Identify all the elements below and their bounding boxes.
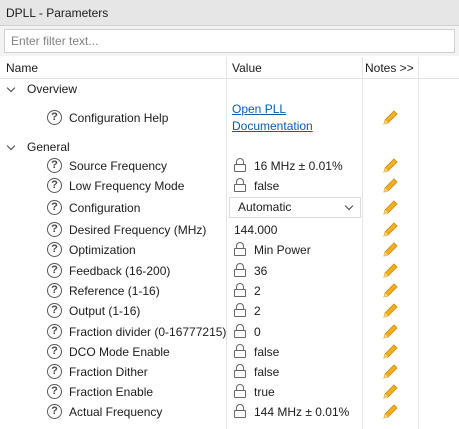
property-value: false — [254, 365, 280, 379]
question-circle-icon[interactable]: ? — [47, 404, 62, 419]
property-name: Configuration Help — [69, 111, 169, 125]
question-circle-icon[interactable]: ? — [47, 242, 62, 257]
property-value: 2 — [254, 304, 261, 318]
lock-icon — [234, 158, 246, 172]
question-circle-icon[interactable]: ? — [47, 283, 62, 298]
column-value[interactable]: Value — [226, 57, 262, 79]
property-name: Actual Frequency — [69, 405, 163, 419]
property-value: true — [254, 385, 275, 399]
window-title: DPLL - Parameters — [0, 0, 459, 26]
column-header: Name Value Notes >> — [0, 57, 459, 79]
question-circle-icon[interactable]: ? — [47, 110, 62, 125]
property-row[interactable]: ? Desired Frequency (MHz) 144.000 — [0, 219, 459, 240]
lock-icon — [234, 242, 246, 256]
documentation-link-line1[interactable]: Open PLL — [232, 102, 286, 116]
property-name: Fraction divider (0-16777215) — [69, 325, 227, 339]
filter-bar — [0, 26, 459, 56]
property-row[interactable]: ? Optimization Min Power — [0, 240, 459, 260]
pencil-icon[interactable] — [381, 403, 399, 421]
property-row[interactable]: ? DCO Mode Enable false — [0, 342, 459, 362]
configuration-select[interactable]: Automatic — [229, 197, 361, 218]
question-circle-icon[interactable]: ? — [47, 303, 62, 318]
lock-icon — [234, 283, 246, 297]
property-row[interactable]: ? Fraction Enable true — [0, 382, 459, 402]
property-name: Fraction Enable — [69, 385, 154, 399]
property-name: Fraction Dither — [69, 365, 148, 379]
pencil-icon[interactable] — [381, 157, 399, 175]
lock-icon — [234, 404, 246, 418]
group-overview[interactable]: Overview — [0, 79, 459, 99]
property-name: DCO Mode Enable — [69, 345, 170, 359]
property-row[interactable]: ? Low Frequency Mode false — [0, 176, 459, 196]
chevron-down-icon[interactable] — [6, 141, 16, 151]
property-row[interactable]: ? Configuration Help Open PLL Documentat… — [0, 99, 459, 137]
group-label: Overview — [27, 82, 78, 96]
pencil-icon[interactable] — [381, 343, 399, 361]
documentation-link-line2[interactable]: Documentation — [232, 119, 313, 133]
property-row[interactable]: ? Actual Frequency 144 MHz ± 0.01% — [0, 402, 459, 422]
property-value: Min Power — [254, 243, 311, 257]
lock-icon — [234, 178, 246, 192]
property-row[interactable]: ? Configuration Automatic — [0, 197, 459, 219]
property-row[interactable]: ? Fraction divider (0-16777215) 0 — [0, 321, 459, 342]
pencil-icon[interactable] — [381, 241, 399, 259]
question-circle-icon[interactable]: ? — [47, 178, 62, 193]
select-value: Automatic — [238, 200, 292, 214]
pencil-icon[interactable] — [381, 363, 399, 381]
pencil-icon[interactable] — [381, 109, 399, 127]
property-row[interactable]: ? Source Frequency 16 MHz ± 0.01% — [0, 156, 459, 176]
property-value: 0 — [254, 325, 261, 339]
property-value: 2 — [254, 284, 261, 298]
question-circle-icon[interactable]: ? — [47, 200, 62, 215]
property-name: Reference (1-16) — [69, 284, 160, 298]
column-notes[interactable]: Notes >> — [359, 57, 414, 79]
chevron-down-icon[interactable] — [6, 83, 16, 93]
pencil-icon[interactable] — [381, 262, 399, 280]
question-circle-icon[interactable]: ? — [47, 364, 62, 379]
property-name: Feedback (16-200) — [69, 264, 171, 278]
pencil-icon[interactable] — [381, 302, 399, 320]
lock-icon — [234, 344, 246, 358]
property-row[interactable]: ? Reference (1-16) 2 — [0, 281, 459, 301]
question-circle-icon[interactable]: ? — [47, 384, 62, 399]
property-row[interactable]: ? Output (1-16) 2 — [0, 301, 459, 321]
pencil-icon[interactable] — [381, 383, 399, 401]
pencil-icon[interactable] — [381, 177, 399, 195]
group-general[interactable]: General — [0, 137, 459, 157]
question-circle-icon[interactable]: ? — [47, 158, 62, 173]
lock-icon — [234, 263, 246, 277]
property-value: false — [254, 345, 280, 359]
filter-input[interactable] — [4, 29, 455, 53]
question-circle-icon[interactable]: ? — [47, 324, 62, 339]
question-circle-icon[interactable]: ? — [47, 263, 62, 278]
lock-icon — [234, 364, 246, 378]
property-name: Optimization — [69, 243, 136, 257]
property-value: 16 MHz ± 0.01% — [254, 159, 343, 173]
chevron-down-icon[interactable] — [344, 201, 354, 211]
pencil-icon[interactable] — [381, 323, 399, 341]
question-circle-icon[interactable]: ? — [47, 344, 62, 359]
pencil-icon[interactable] — [381, 282, 399, 300]
property-name: Configuration — [69, 201, 141, 215]
pencil-icon[interactable] — [381, 221, 399, 239]
property-row[interactable]: ? Feedback (16-200) 36 — [0, 260, 459, 281]
property-name: Output (1-16) — [69, 304, 141, 318]
property-name: Low Frequency Mode — [69, 179, 185, 193]
property-name: Desired Frequency (MHz) — [69, 223, 207, 237]
group-label: General — [27, 140, 70, 154]
property-value: 36 — [254, 264, 268, 278]
column-name[interactable]: Name — [0, 57, 38, 79]
property-value-input[interactable]: 144.000 — [234, 223, 277, 237]
property-value: false — [254, 179, 280, 193]
lock-icon — [234, 324, 246, 338]
lock-icon — [234, 384, 246, 398]
pencil-icon[interactable] — [381, 199, 399, 217]
question-circle-icon[interactable]: ? — [47, 222, 62, 237]
lock-icon — [234, 303, 246, 317]
property-value: 144 MHz ± 0.01% — [254, 405, 350, 419]
property-row[interactable]: ? Fraction Dither false — [0, 362, 459, 382]
property-name: Source Frequency — [69, 159, 168, 173]
